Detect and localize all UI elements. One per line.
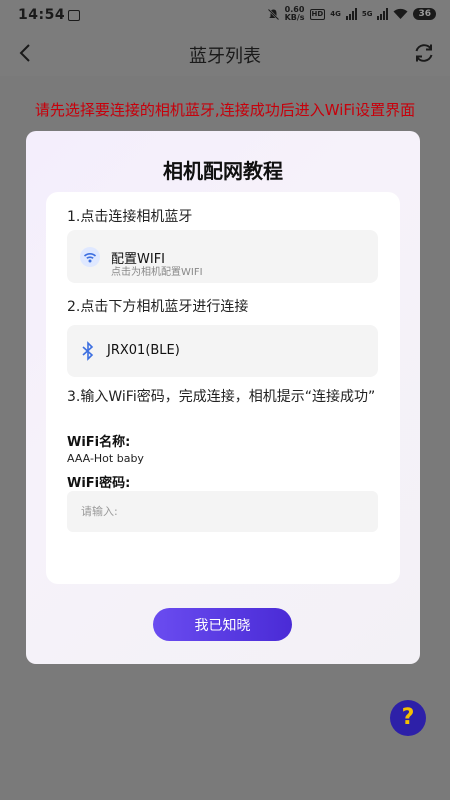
- step-1-text: 1.点击连接相机蓝牙: [67, 209, 193, 225]
- message-icon: [68, 10, 80, 21]
- status-bar: 14:54 0.60 KB/s HD 4G 5G 36: [0, 0, 450, 32]
- signal-bars-icon: [377, 8, 389, 20]
- wifi-config-row[interactable]: 配置WIFI 点击为相机配置WIFI: [67, 230, 378, 283]
- battery-indicator: 36: [413, 8, 436, 20]
- hd-badge: HD: [309, 8, 326, 20]
- wifi-name-value: AAA-Hot baby: [67, 452, 144, 465]
- app-header: 蓝牙列表: [0, 32, 450, 76]
- step-3-text: 3.输入WiFi密码，完成连接，相机提示“连接成功”: [67, 389, 376, 405]
- acknowledge-button[interactable]: 我已知晓: [153, 608, 292, 641]
- network-type-2: 5G: [361, 9, 373, 18]
- wifi-password-input[interactable]: [67, 491, 378, 532]
- dialog-title: 相机配网教程: [163, 159, 283, 183]
- network-type-1: 4G: [330, 9, 341, 18]
- help-button[interactable]: ?: [390, 700, 426, 736]
- tutorial-dialog: 相机配网教程 1.点击连接相机蓝牙 配置WIFI 点击为相机配置WIFI 2.点…: [26, 131, 420, 664]
- connection-warning: 请先选择要连接的相机蓝牙,连接成功后进入WiFi设置界面: [34, 101, 416, 119]
- device-name: JRX01(BLE): [107, 343, 180, 358]
- wifi-icon: [80, 247, 100, 267]
- step-2-text: 2.点击下方相机蓝牙进行连接: [67, 299, 249, 315]
- wifi-password-label: WiFi密码:: [67, 476, 131, 491]
- question-mark-icon: ?: [401, 705, 415, 730]
- bluetooth-icon: [82, 341, 94, 361]
- wifi-config-subtitle: 点击为相机配置WIFI: [111, 267, 203, 278]
- bluetooth-device-row[interactable]: JRX01(BLE): [67, 325, 378, 377]
- status-time: 14:54: [18, 7, 66, 23]
- wifi-status-icon: [393, 8, 408, 19]
- page-title: 蓝牙列表: [189, 46, 261, 67]
- signal-bars-icon: [345, 8, 357, 20]
- wifi-name-label: WiFi名称:: [67, 435, 131, 450]
- mute-bell-icon: [267, 8, 279, 20]
- network-speed: 0.60 KB/s: [285, 6, 305, 22]
- refresh-icon[interactable]: [412, 41, 436, 65]
- tutorial-card: 1.点击连接相机蓝牙 配置WIFI 点击为相机配置WIFI 2.点击下方相机蓝牙…: [46, 192, 400, 584]
- network-speed-unit: KB/s: [284, 13, 305, 22]
- status-indicators: 0.60 KB/s HD 4G 5G 36: [267, 6, 436, 22]
